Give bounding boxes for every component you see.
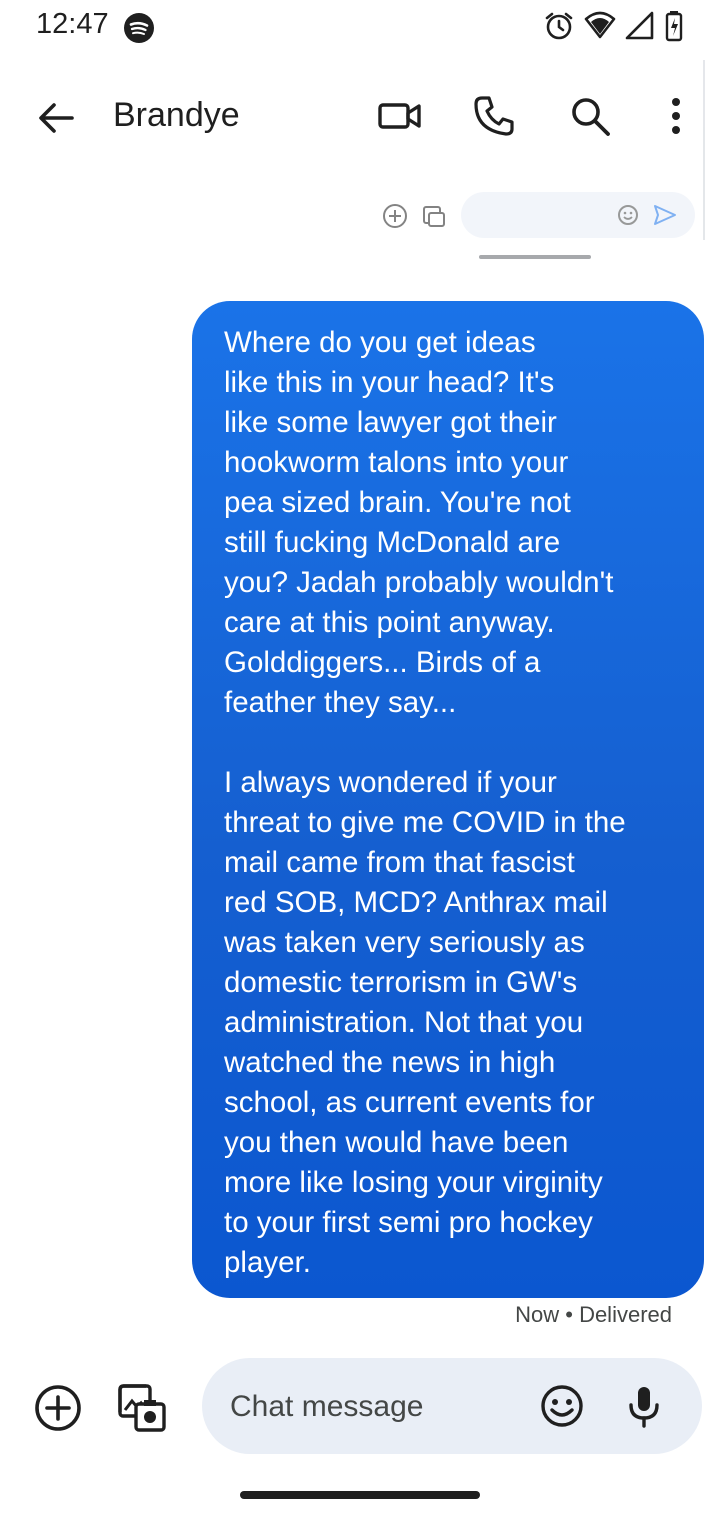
status-bar: 12:47 bbox=[0, 0, 720, 56]
signal-icon bbox=[624, 10, 656, 45]
compose-placeholder: Chat message bbox=[230, 1390, 424, 1423]
outgoing-message-bubble[interactable]: Where do you get ideas like this in your… bbox=[192, 301, 704, 1298]
message-status: Now • Delivered bbox=[515, 1302, 672, 1327]
contact-name[interactable]: Brandye bbox=[113, 96, 240, 135]
ghost-compose-field bbox=[461, 192, 695, 238]
ghost-handle bbox=[479, 255, 591, 259]
gesture-nav-handle[interactable] bbox=[240, 1491, 480, 1499]
search-button[interactable] bbox=[562, 90, 618, 146]
ghost-gallery-icon bbox=[421, 204, 447, 235]
message-text: Where do you get ideas like this in your… bbox=[224, 326, 626, 1279]
chat-message-input[interactable]: Chat message bbox=[202, 1358, 702, 1454]
spotify-icon bbox=[123, 12, 155, 49]
ghost-emoji-icon bbox=[617, 204, 639, 231]
search-icon bbox=[568, 94, 612, 143]
status-time: 12:47 bbox=[36, 8, 109, 40]
top-app-bar: Brandye bbox=[0, 72, 720, 164]
video-call-icon bbox=[377, 99, 423, 138]
wifi-icon bbox=[584, 10, 616, 45]
more-vert-icon bbox=[670, 96, 682, 141]
back-button[interactable] bbox=[30, 92, 82, 144]
ghost-add-icon bbox=[382, 203, 408, 234]
emoji-icon bbox=[538, 1385, 586, 1434]
battery-icon bbox=[664, 10, 688, 47]
back-arrow-icon bbox=[30, 103, 82, 148]
ghost-send-icon bbox=[653, 204, 677, 231]
more-options-button[interactable] bbox=[648, 90, 704, 146]
voice-call-button[interactable] bbox=[466, 90, 522, 146]
attach-button[interactable] bbox=[32, 1382, 84, 1434]
alarm-icon bbox=[543, 10, 575, 47]
video-call-button[interactable] bbox=[372, 90, 428, 146]
add-circle-icon bbox=[32, 1385, 84, 1438]
gallery-button[interactable] bbox=[116, 1382, 168, 1434]
gallery-icon bbox=[116, 1384, 168, 1438]
emoji-button[interactable] bbox=[538, 1382, 586, 1430]
mic-icon bbox=[620, 1387, 668, 1434]
voice-record-button[interactable] bbox=[620, 1382, 668, 1430]
compose-bar: Chat message bbox=[0, 1356, 720, 1456]
phone-icon bbox=[472, 94, 516, 143]
